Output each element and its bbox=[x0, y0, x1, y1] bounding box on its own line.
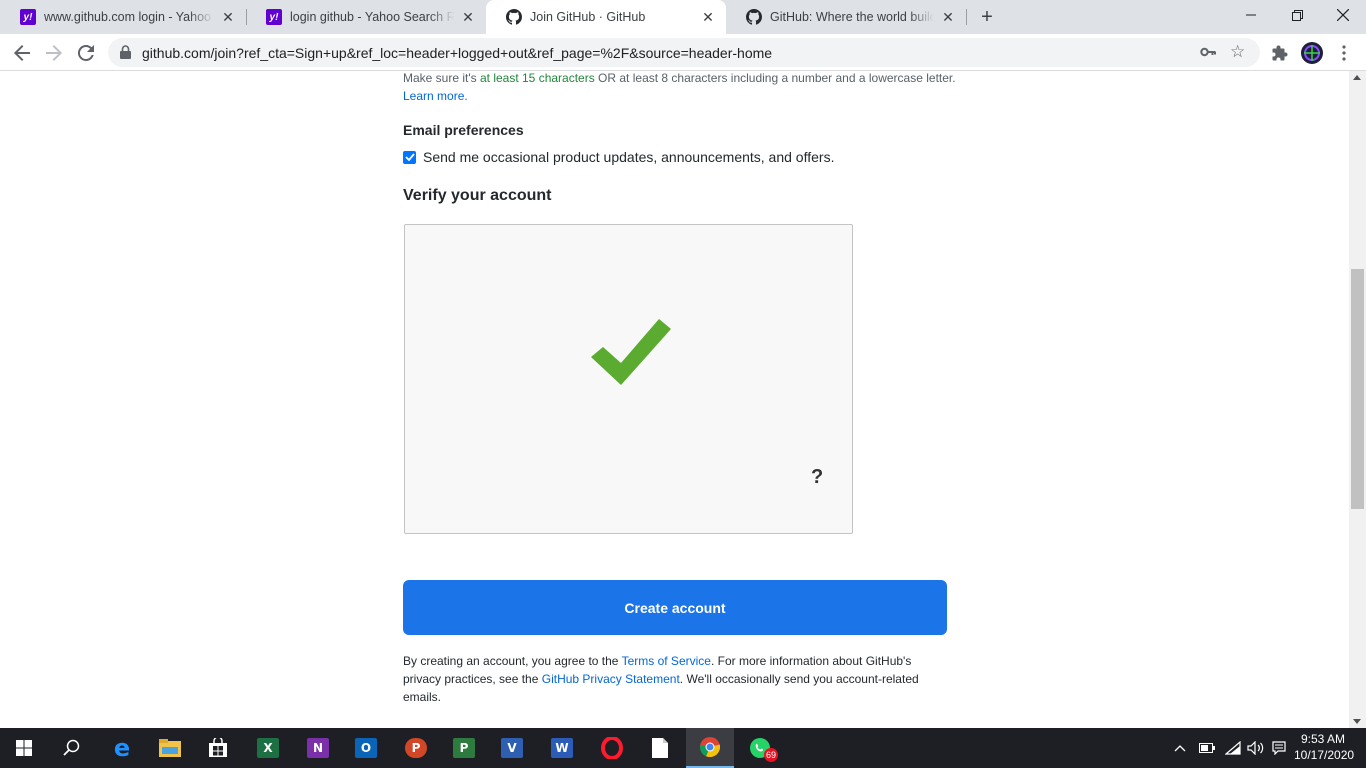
tab-join-github[interactable]: Join GitHub · GitHub ✕ bbox=[486, 0, 726, 34]
volume-icon[interactable] bbox=[1247, 728, 1265, 768]
url-text[interactable]: github.com/join?ref_cta=Sign+up&ref_loc=… bbox=[142, 45, 772, 61]
password-hint: Make sure it's at least 15 characters OR… bbox=[403, 71, 963, 105]
email-opt-in-label: Send me occasional product updates, anno… bbox=[423, 149, 835, 165]
onenote-icon[interactable]: N bbox=[294, 728, 342, 768]
yahoo-icon: y! bbox=[266, 9, 282, 25]
forward-button[interactable] bbox=[40, 39, 68, 67]
notification-badge: 69 bbox=[764, 748, 778, 762]
more-menu-icon[interactable] bbox=[1330, 39, 1358, 67]
word-icon[interactable]: W bbox=[538, 728, 586, 768]
github-icon bbox=[746, 9, 762, 25]
clock-time: 9:53 AM bbox=[1300, 732, 1346, 746]
address-bar[interactable]: github.com/join?ref_cta=Sign+up&ref_loc=… bbox=[108, 38, 1260, 67]
tab-github-home[interactable]: GitHub: Where the world builds software … bbox=[726, 0, 966, 34]
start-button[interactable] bbox=[0, 728, 48, 768]
back-button[interactable] bbox=[8, 39, 36, 67]
privacy-statement-link[interactable]: GitHub Privacy Statement bbox=[542, 672, 680, 686]
profile-avatar[interactable] bbox=[1298, 39, 1326, 67]
project-icon[interactable]: P bbox=[440, 728, 488, 768]
notepad-icon[interactable] bbox=[636, 728, 684, 768]
hint-requirement: at least 15 characters bbox=[479, 71, 595, 85]
github-icon bbox=[506, 9, 522, 25]
bookmark-star-icon[interactable]: ☆ bbox=[1230, 42, 1245, 62]
hint-text: OR at least 8 characters including a num… bbox=[594, 71, 956, 85]
tab-yahoo-login[interactable]: y! www.github.com login - Yahoo Search ✕ bbox=[0, 0, 246, 34]
close-window-button[interactable] bbox=[1320, 0, 1366, 30]
excel-icon[interactable]: X bbox=[244, 728, 292, 768]
whatsapp-icon[interactable]: 69 bbox=[736, 728, 784, 768]
email-opt-in-checkbox[interactable] bbox=[403, 150, 416, 164]
wifi-icon[interactable] bbox=[1225, 728, 1241, 768]
extensions-puzzle-icon[interactable] bbox=[1266, 39, 1294, 67]
scrollbar-thumb[interactable] bbox=[1351, 269, 1364, 509]
new-tab-button[interactable]: + bbox=[976, 6, 998, 28]
chrome-icon[interactable] bbox=[686, 728, 734, 768]
tab-yahoo-results[interactable]: y! login github - Yahoo Search Results ✕ bbox=[246, 0, 486, 34]
search-icon[interactable] bbox=[48, 728, 96, 768]
store-icon[interactable] bbox=[194, 728, 242, 768]
tab-title: www.github.com login - Yahoo Search bbox=[44, 10, 214, 24]
page-viewport: Make sure it's at least 15 characters OR… bbox=[0, 71, 1366, 728]
page-scrollbar[interactable] bbox=[1349, 71, 1366, 728]
email-preferences-label: Email preferences bbox=[403, 122, 524, 138]
yahoo-icon: y! bbox=[20, 9, 36, 25]
outlook-icon[interactable]: O bbox=[342, 728, 390, 768]
browser-toolbar: github.com/join?ref_cta=Sign+up&ref_loc=… bbox=[0, 34, 1366, 71]
legal-text: By creating an account, you agree to the… bbox=[403, 652, 923, 706]
learn-more-link[interactable]: Learn more. bbox=[403, 89, 468, 103]
close-icon[interactable]: ✕ bbox=[700, 9, 716, 25]
captcha-box[interactable]: ? bbox=[404, 224, 853, 534]
system-clock[interactable]: 9:53 AM 10/17/2020 bbox=[1294, 731, 1355, 763]
file-explorer-icon[interactable] bbox=[146, 728, 194, 768]
tab-title: login github - Yahoo Search Results bbox=[290, 10, 454, 24]
scroll-up-arrow[interactable] bbox=[1353, 75, 1361, 80]
action-center-icon[interactable] bbox=[1272, 728, 1286, 768]
restore-button[interactable] bbox=[1274, 0, 1320, 30]
email-opt-in-row[interactable]: Send me occasional product updates, anno… bbox=[403, 149, 834, 165]
captcha-help-button[interactable]: ? bbox=[811, 466, 823, 489]
windows-taskbar: e X N O P P V W 69 9:53 AM 10/17/2020 bbox=[0, 728, 1366, 768]
close-icon[interactable]: ✕ bbox=[940, 9, 956, 25]
checkmark-icon bbox=[591, 319, 671, 385]
show-hidden-icons[interactable] bbox=[1174, 728, 1186, 768]
visio-icon[interactable]: V bbox=[488, 728, 536, 768]
close-icon[interactable]: ✕ bbox=[460, 9, 476, 25]
powerpoint-icon[interactable]: P bbox=[392, 728, 440, 768]
create-account-button[interactable]: Create account bbox=[403, 580, 947, 635]
lock-icon[interactable] bbox=[120, 45, 131, 64]
key-icon[interactable] bbox=[1200, 44, 1216, 65]
close-icon[interactable]: ✕ bbox=[220, 9, 236, 25]
edge-icon[interactable]: e bbox=[98, 728, 146, 768]
tab-title: GitHub: Where the world builds software bbox=[770, 10, 934, 24]
clock-date: 10/17/2020 bbox=[1294, 748, 1355, 762]
verify-account-heading: Verify your account bbox=[403, 187, 552, 204]
hint-text: Make sure it's bbox=[403, 71, 480, 85]
reload-button[interactable] bbox=[72, 39, 100, 67]
battery-icon[interactable] bbox=[1199, 728, 1215, 768]
legal-text-part: By creating an account, you agree to the bbox=[403, 654, 622, 668]
terms-of-service-link[interactable]: Terms of Service bbox=[622, 654, 711, 668]
scroll-down-arrow[interactable] bbox=[1353, 719, 1361, 724]
minimize-button[interactable] bbox=[1228, 0, 1274, 30]
opera-icon[interactable] bbox=[588, 728, 636, 768]
tab-title: Join GitHub · GitHub bbox=[530, 10, 646, 24]
browser-tab-strip: y! www.github.com login - Yahoo Search ✕… bbox=[0, 0, 1366, 34]
